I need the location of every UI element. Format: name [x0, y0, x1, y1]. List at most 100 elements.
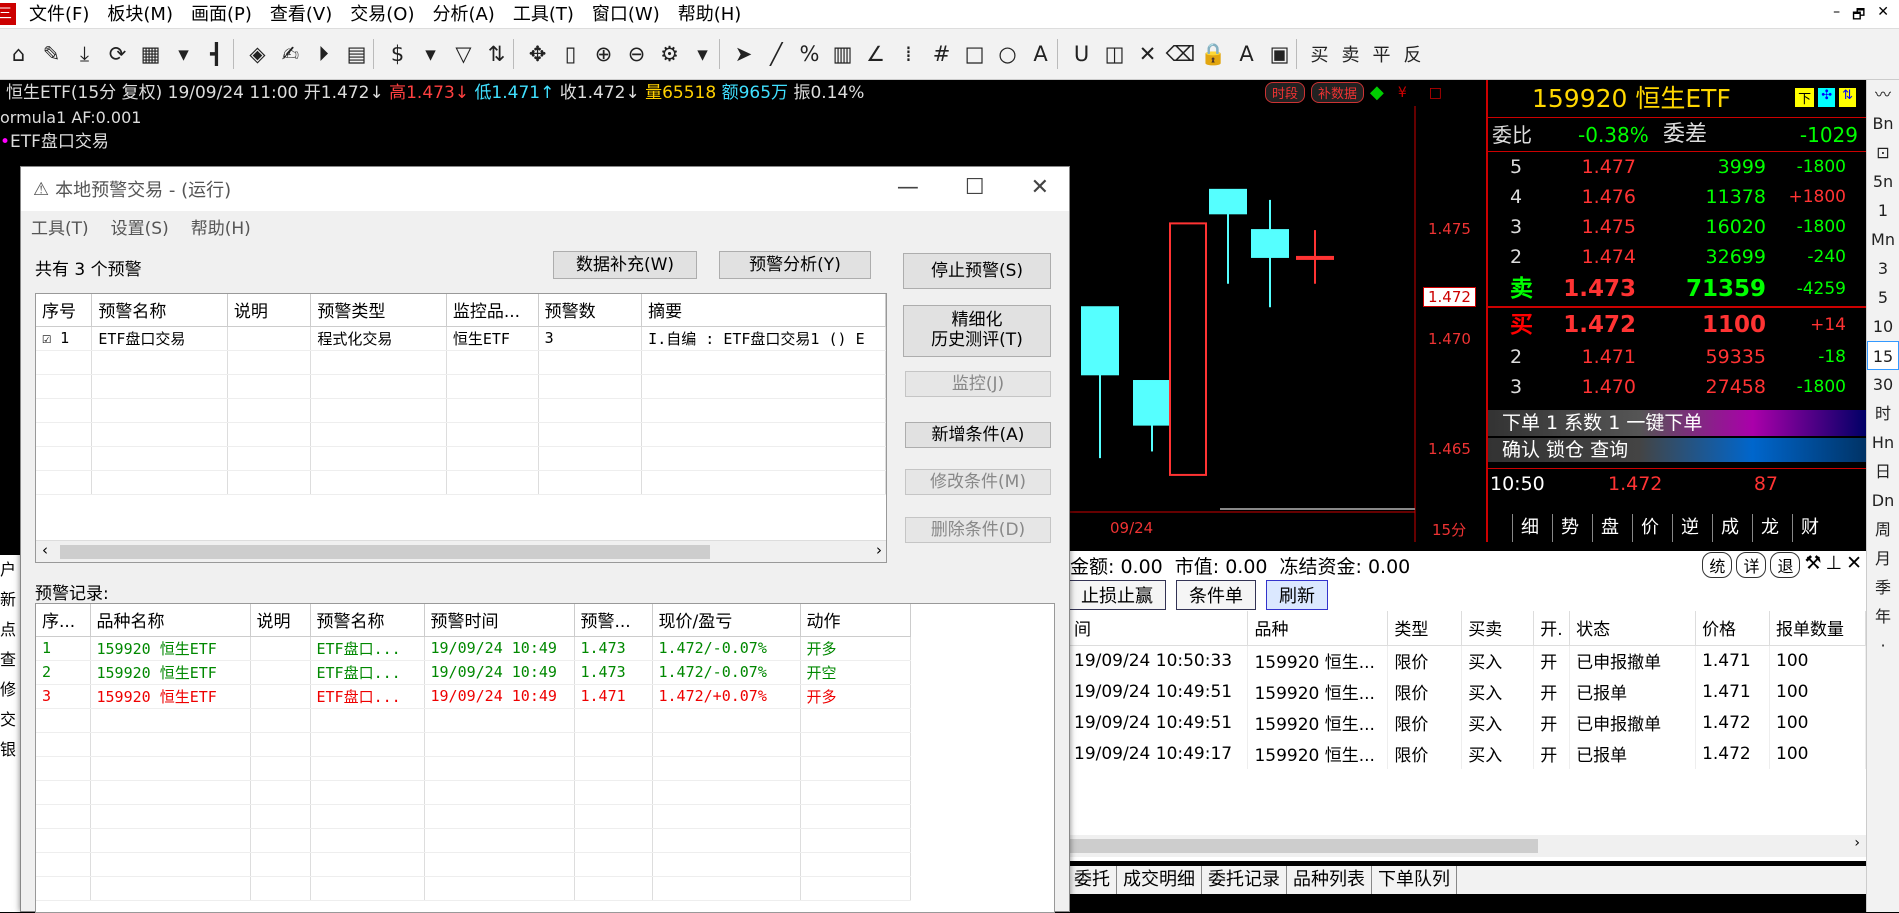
- orders-column-header[interactable]: 状态: [1569, 611, 1697, 646]
- toolbar-tool-icon[interactable]: A: [1230, 42, 1263, 66]
- alert-analysis-button[interactable]: 预警分析(Y): [719, 251, 871, 279]
- sort-icon[interactable]: ⇅: [1839, 88, 1856, 107]
- dialog-menu-settings[interactable]: 设置(S): [111, 214, 169, 239]
- records-column-header[interactable]: 序...: [36, 604, 91, 637]
- period-button[interactable]: 〰: [1867, 80, 1899, 109]
- orders-column-header[interactable]: 价格: [1695, 611, 1770, 646]
- toolbar-tool-icon[interactable]: ⏵: [307, 42, 340, 67]
- records-column-header[interactable]: 预警名称: [310, 604, 425, 637]
- period-badge[interactable]: 时段: [1265, 82, 1306, 103]
- period-button[interactable]: 日: [1867, 457, 1899, 486]
- orderbook-tab[interactable]: 细: [1512, 514, 1552, 542]
- menu-file[interactable]: 文件(F): [20, 0, 98, 29]
- menu-analysis[interactable]: 分析(A): [423, 0, 503, 29]
- orderbook-tab[interactable]: 财: [1792, 514, 1832, 542]
- menu-trade[interactable]: 交易(O): [341, 0, 423, 29]
- toolbar-tool-icon[interactable]: ✕: [1131, 42, 1164, 66]
- orderbook-tab[interactable]: 逆: [1672, 514, 1712, 542]
- down-arrow-icon[interactable]: 下: [1795, 88, 1815, 107]
- period-button[interactable]: ·: [1867, 631, 1899, 660]
- detail-button[interactable]: 详: [1736, 552, 1767, 578]
- bottom-tab[interactable]: 下单队列: [1372, 866, 1457, 894]
- period-button[interactable]: 周: [1867, 515, 1899, 544]
- ask-level[interactable]: 5 1.477 3999 -1800: [1488, 152, 1866, 182]
- table-row[interactable]: 19/09/24 10:49:51 159920 恒生... 限价 买入开已报单 1.4…: [1068, 676, 1866, 707]
- toolbar-tool-icon[interactable]: 🔒: [1197, 42, 1230, 67]
- table-row[interactable]: 1 159920 恒生ETF ETF盘口... 19/09/24 10:49 1.473…: [36, 636, 911, 661]
- period-button[interactable]: Mn: [1867, 225, 1899, 254]
- table-row[interactable]: 19/09/24 10:50:33 159920 恒生... 限价 买入开已申报撤单 1…: [1068, 645, 1866, 676]
- table-row[interactable]: 19/09/24 10:49:51 159920 恒生... 限价 买入开已申报撤单 1…: [1068, 707, 1866, 738]
- pin-icon[interactable]: ⊥: [1826, 552, 1843, 578]
- period-button[interactable]: Hn: [1867, 428, 1899, 457]
- alerts-column-header[interactable]: 预警类型: [310, 294, 447, 327]
- dialog-menu-tools[interactable]: 工具(T): [31, 214, 89, 239]
- toolbar-tool-icon[interactable]: ▾: [167, 42, 200, 66]
- period-button[interactable]: 时: [1867, 399, 1899, 428]
- toolbar-tool-icon[interactable]: #: [925, 42, 958, 66]
- monitor-button[interactable]: 监控(J): [905, 371, 1051, 397]
- menu-view-layout[interactable]: 画面(P): [182, 0, 261, 29]
- toolbar-tool-icon[interactable]: $: [381, 42, 414, 66]
- period-button[interactable]: 10: [1867, 312, 1899, 341]
- orders-column-header[interactable]: 品种: [1247, 611, 1389, 646]
- toolbar-tool-icon[interactable]: ▾: [686, 42, 719, 66]
- toolbar-tool-icon[interactable]: ┫: [200, 42, 233, 66]
- left-nav-item[interactable]: 交: [0, 705, 22, 735]
- scroll-right-icon[interactable]: ›: [876, 541, 882, 559]
- menu-help[interactable]: 帮助(H): [669, 0, 751, 29]
- tools-icon[interactable]: ⚒: [1804, 552, 1821, 578]
- orders-column-header[interactable]: 间: [1068, 611, 1249, 646]
- orderbook-tab[interactable]: 价: [1632, 514, 1672, 542]
- left-nav-item[interactable]: 点: [0, 615, 22, 645]
- scroll-right-icon[interactable]: ›: [1854, 835, 1860, 851]
- panel-close-icon[interactable]: ✕: [1846, 552, 1862, 578]
- toolbar-tool-icon[interactable]: %: [793, 42, 826, 66]
- period-button[interactable]: 年: [1867, 602, 1899, 631]
- toolbar-tool-icon[interactable]: ⤓: [68, 42, 101, 67]
- table-row[interactable]: ☑ 1 ETF盘口交易 程式化交易 恒生ETF 3 I.自编 : ETF盘口交易1 () …: [36, 326, 886, 351]
- toolbar-tool-icon[interactable]: ✎: [35, 42, 68, 66]
- alerts-column-header[interactable]: 摘要: [641, 294, 886, 327]
- period-button[interactable]: Dn: [1867, 486, 1899, 515]
- close-icon[interactable]: ✕: [1877, 4, 1889, 28]
- period-button[interactable]: 5: [1867, 283, 1899, 312]
- table-row[interactable]: 2 159920 恒生ETF ETF盘口... 19/09/24 10:49 1.473…: [36, 660, 911, 685]
- dialog-close-icon[interactable]: ✕: [1031, 175, 1049, 200]
- orderbook-tab[interactable]: 龙: [1752, 514, 1792, 542]
- horizontal-scrollbar[interactable]: ›: [1068, 835, 1866, 857]
- bottom-tab[interactable]: 委托: [1068, 866, 1117, 894]
- toolbar-tool-icon[interactable]: ▣: [1263, 42, 1296, 66]
- toolbar-tool-icon[interactable]: ➤: [727, 42, 760, 66]
- alerts-scrollbar[interactable]: ‹ ›: [36, 540, 886, 562]
- period-button[interactable]: 月: [1867, 544, 1899, 573]
- bid-level[interactable]: 2 1.471 59335 -18: [1488, 342, 1866, 372]
- ask-level[interactable]: 4 1.476 11378 +1800: [1488, 182, 1866, 212]
- toolbar-tool-icon[interactable]: ▦: [134, 42, 167, 66]
- toolbar-tool-icon[interactable]: ✥: [521, 42, 554, 66]
- table-row[interactable]: 3 159920 恒生ETF ETF盘口... 19/09/24 10:49 1.471…: [36, 684, 911, 709]
- period-button[interactable]: 季: [1867, 573, 1899, 602]
- records-column-header[interactable]: 预警时间: [424, 604, 575, 637]
- toolbar-tool-icon[interactable]: U: [1065, 42, 1098, 66]
- refresh-button[interactable]: 刷新: [1266, 580, 1328, 610]
- bottom-tab[interactable]: 委托记录: [1202, 866, 1287, 894]
- orders-column-header[interactable]: 买卖: [1461, 611, 1535, 646]
- refine-backtest-button[interactable]: 精细化 历史测评(T): [903, 305, 1051, 357]
- orders-column-header[interactable]: 报单数量: [1769, 611, 1866, 646]
- toolbar-tool-icon[interactable]: ⊕: [587, 42, 620, 66]
- toolbar-tool-icon[interactable]: ◫: [1098, 42, 1131, 66]
- period-button[interactable]: 15: [1867, 341, 1899, 370]
- toolbar-tool-icon[interactable]: ⚙: [653, 42, 686, 66]
- dialog-minimize-icon[interactable]: —: [897, 175, 919, 200]
- dialog-menu-help[interactable]: 帮助(H): [191, 214, 251, 239]
- alert-checkbox[interactable]: ☑: [42, 329, 60, 347]
- menu-sector[interactable]: 板块(M): [98, 0, 182, 29]
- alerts-column-header[interactable]: 说明: [227, 294, 312, 327]
- left-nav-item[interactable]: 新: [0, 585, 22, 615]
- period-button[interactable]: 30: [1867, 370, 1899, 399]
- bid-level[interactable]: 买 1.472 1100 +14: [1488, 308, 1866, 342]
- ask-level[interactable]: 3 1.475 16020 -1800: [1488, 212, 1866, 242]
- toolbar-trade-button[interactable]: 平: [1366, 41, 1397, 67]
- minimize-icon[interactable]: –: [1833, 4, 1840, 28]
